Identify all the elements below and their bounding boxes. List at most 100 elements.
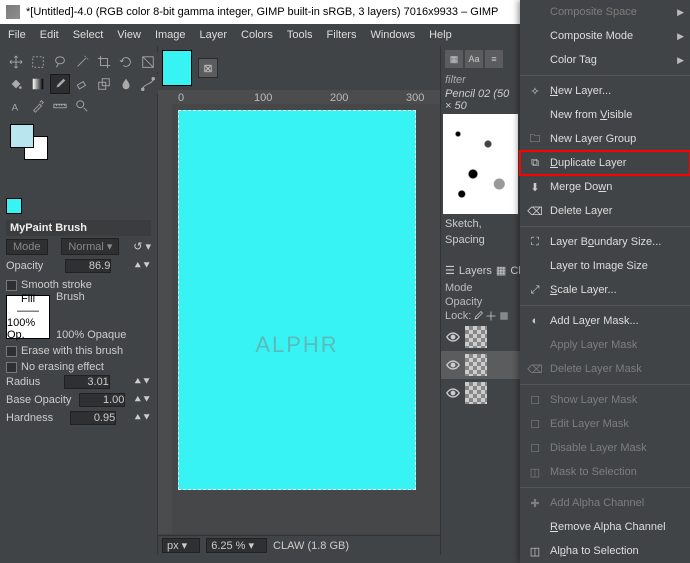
brushes-tab-icon[interactable]: ▦ xyxy=(445,50,463,68)
ctx-new-layer[interactable]: ✧New Layer... xyxy=(520,79,690,103)
rotate-tool-icon[interactable] xyxy=(116,52,136,72)
noerase-checkbox[interactable]: No erasing effect xyxy=(6,361,151,373)
ctx-layer-to-image[interactable]: Layer to Image Size xyxy=(520,254,690,278)
smooth-stroke-checkbox[interactable]: Smooth stroke xyxy=(6,279,151,291)
mode-dropdown[interactable]: Normal ▾ xyxy=(61,238,119,255)
lock-alpha-icon[interactable] xyxy=(498,310,510,322)
rect-select-tool-icon[interactable] xyxy=(28,52,48,72)
layer-thumb xyxy=(465,354,487,376)
hardness-input[interactable] xyxy=(70,411,116,425)
ctx-edit-mask[interactable]: ☐Edit Layer Mask xyxy=(520,412,690,436)
menu-select[interactable]: Select xyxy=(73,29,104,41)
canvas[interactable]: ALPHR xyxy=(178,110,416,490)
menu-windows[interactable]: Windows xyxy=(370,29,415,41)
ctx-layer-boundary[interactable]: ⛶Layer Boundary Size... xyxy=(520,230,690,254)
bucket-tool-icon[interactable] xyxy=(6,74,26,94)
layers-label[interactable]: Layers xyxy=(459,265,492,277)
tool-grid: A xyxy=(6,52,151,116)
layer-row[interactable] xyxy=(441,323,520,351)
active-color-swatch[interactable] xyxy=(6,198,22,214)
erase-checkbox[interactable]: Erase with this brush xyxy=(6,345,151,357)
image-tab-thumb[interactable] xyxy=(162,50,192,86)
ctx-color-tag[interactable]: Color Tag▶ xyxy=(520,48,690,72)
fonts-tab-icon[interactable]: Aa xyxy=(465,50,483,68)
move-tool-icon[interactable] xyxy=(6,52,26,72)
checkbox-icon: ☐ xyxy=(528,441,542,455)
channels-tab-icon[interactable]: ▦ xyxy=(496,264,506,277)
eraser-tool-icon[interactable] xyxy=(72,74,92,94)
unit-dropdown[interactable]: px ▾ xyxy=(162,538,200,553)
crop-tool-icon[interactable] xyxy=(94,52,114,72)
lock-paint-icon[interactable] xyxy=(472,310,484,322)
brush-preview[interactable]: Fill——100% Op. xyxy=(6,295,50,339)
history-tab-icon[interactable]: ≡ xyxy=(485,50,503,68)
menu-edit[interactable]: Edit xyxy=(40,29,59,41)
ctx-scale-layer[interactable]: ⤢Scale Layer... xyxy=(520,278,690,302)
menu-colors[interactable]: Colors xyxy=(241,29,273,41)
ctx-delete-mask[interactable]: ⌫Delete Layer Mask xyxy=(520,357,690,381)
eye-icon[interactable] xyxy=(445,386,461,400)
fg-color-swatch[interactable] xyxy=(10,124,34,148)
statusbar: px ▾ 6.25 % ▾ CLAW (1.8 GB) xyxy=(158,535,440,555)
right-dock: ▦ Aa ≡ filter Pencil 02 (50 × 50 Sketch,… xyxy=(440,46,520,555)
ctx-alpha-to-sel[interactable]: ◫Alpha to Selection xyxy=(520,539,690,563)
menu-tools[interactable]: Tools xyxy=(287,29,313,41)
ctx-apply-mask[interactable]: Apply Layer Mask xyxy=(520,333,690,357)
color-swatches[interactable] xyxy=(6,124,151,158)
mask-icon: ◐ xyxy=(528,314,542,328)
brush-name: Pencil 02 (50 × 50 xyxy=(441,88,520,112)
brush-label: Brush xyxy=(56,291,126,303)
baseop-input[interactable] xyxy=(79,393,125,407)
spacing-label: Spacing xyxy=(441,232,520,248)
menu-view[interactable]: View xyxy=(117,29,141,41)
opacity-label: Opacity xyxy=(6,260,43,272)
layers-tab-icon[interactable]: ☰ xyxy=(445,264,455,277)
zoom-dropdown[interactable]: 6.25 % ▾ xyxy=(206,538,267,553)
ruler-horizontal: 0 100 200 300 xyxy=(158,90,440,104)
picker-tool-icon[interactable] xyxy=(28,96,48,116)
ctx-composite-space[interactable]: Composite Space▶ xyxy=(520,0,690,24)
lock-position-icon[interactable] xyxy=(485,310,497,322)
ctx-new-layer-group[interactable]: 🗀New Layer Group xyxy=(520,127,690,151)
paintbrush-tool-icon[interactable] xyxy=(50,74,70,94)
menu-image[interactable]: Image xyxy=(155,29,186,41)
menu-layer[interactable]: Layer xyxy=(200,29,228,41)
menu-help[interactable]: Help xyxy=(429,29,452,41)
zoom-tool-icon[interactable] xyxy=(72,96,92,116)
ctx-show-mask[interactable]: ☐Show Layer Mask xyxy=(520,388,690,412)
clone-tool-icon[interactable] xyxy=(94,74,114,94)
brush-grid[interactable] xyxy=(443,114,518,214)
ctx-composite-mode[interactable]: Composite Mode▶ xyxy=(520,24,690,48)
ctx-mask-to-sel[interactable]: ◫Mask to Selection xyxy=(520,460,690,484)
ctx-new-from-visible[interactable]: New from Visible xyxy=(520,103,690,127)
ctx-duplicate-layer[interactable]: ⧉Duplicate Layer xyxy=(520,151,690,175)
spinner-icon[interactable]: ⯅⯆ xyxy=(133,260,151,273)
reset-icon[interactable]: ↺ ▾ xyxy=(133,240,151,253)
layer-row[interactable] xyxy=(441,351,520,379)
selection-icon: ◫ xyxy=(528,544,542,558)
eye-icon[interactable] xyxy=(445,358,461,372)
ctx-add-mask[interactable]: ◐Add Layer Mask... xyxy=(520,309,690,333)
menu-file[interactable]: File xyxy=(8,29,26,41)
ctx-add-alpha[interactable]: ✚Add Alpha Channel xyxy=(520,491,690,515)
warp-tool-icon[interactable] xyxy=(138,52,158,72)
gradient-tool-icon[interactable] xyxy=(28,74,48,94)
eye-icon[interactable] xyxy=(445,330,461,344)
ctx-disable-mask[interactable]: ☐Disable Layer Mask xyxy=(520,436,690,460)
opacity-input[interactable] xyxy=(65,259,111,273)
measure-tool-icon[interactable] xyxy=(50,96,70,116)
text-tool-icon[interactable]: A xyxy=(6,96,26,116)
radius-input[interactable] xyxy=(64,375,110,389)
menu-filters[interactable]: Filters xyxy=(327,29,357,41)
hardness-label: Hardness xyxy=(6,412,53,424)
close-tab-icon[interactable]: ⊠ xyxy=(198,58,218,78)
path-tool-icon[interactable] xyxy=(138,74,158,94)
smudge-tool-icon[interactable] xyxy=(116,74,136,94)
mode-box: Mode xyxy=(6,239,48,255)
layer-row[interactable] xyxy=(441,379,520,407)
wand-tool-icon[interactable] xyxy=(72,52,92,72)
ctx-remove-alpha[interactable]: Remove Alpha Channel xyxy=(520,515,690,539)
ctx-merge-down[interactable]: ⬇Merge Down xyxy=(520,175,690,199)
ctx-delete-layer[interactable]: ⌫Delete Layer xyxy=(520,199,690,223)
lasso-tool-icon[interactable] xyxy=(50,52,70,72)
